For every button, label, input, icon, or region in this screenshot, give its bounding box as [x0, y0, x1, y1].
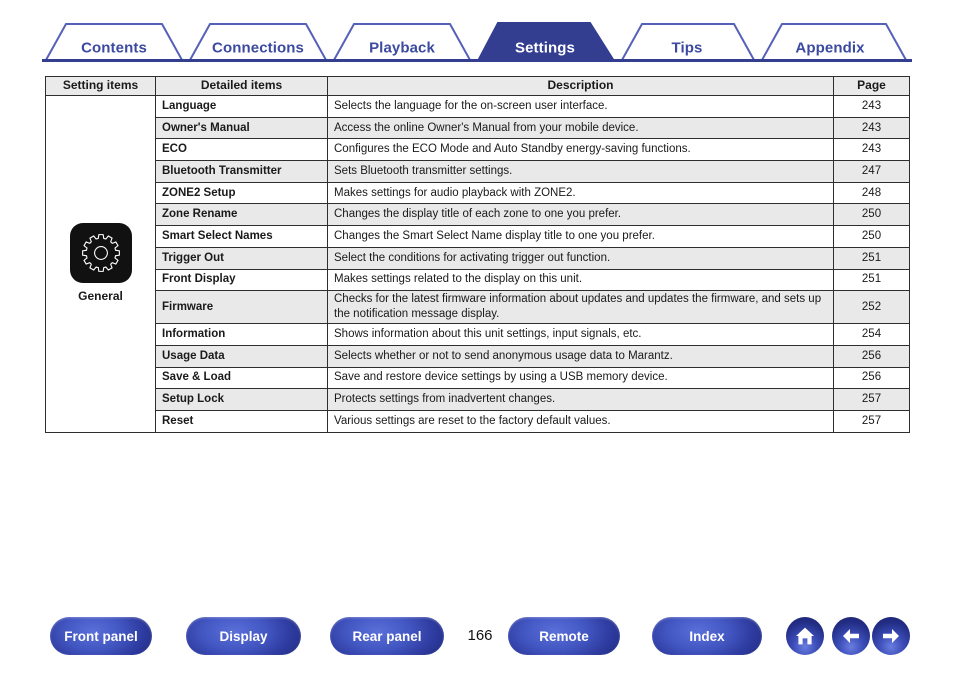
table-row[interactable]: Save & Load Save and restore device setti… [46, 366, 910, 390]
item-description: Checks for the latest firmware informati… [327, 290, 834, 325]
table-row[interactable]: Bluetooth Transmitter Sets Bluetooth tran… [46, 160, 910, 183]
item-page-number: 251 [833, 246, 910, 270]
detailed-item-name: Setup Lock [155, 388, 328, 411]
detailed-item-name: Language [155, 95, 328, 118]
settings-table: Setting items Detailed items Description… [45, 76, 910, 433]
arrow-right-icon [883, 629, 899, 643]
footer-button-display[interactable]: Display [186, 617, 301, 655]
item-page-number: 254 [833, 323, 910, 346]
detailed-item-name: ECO [155, 138, 328, 162]
item-description: Changes the Smart Select Name display ti… [327, 225, 834, 248]
detailed-item-name: Save & Load [155, 366, 328, 390]
item-page-number: 243 [833, 138, 910, 162]
detailed-item-name: ZONE2 Setup [155, 181, 328, 205]
detailed-item-name: Firmware [155, 290, 328, 325]
table-row[interactable]: Owner's Manual Access the online Owner's … [46, 116, 910, 140]
detailed-item-name: Smart Select Names [155, 225, 328, 248]
item-description: Selects whether or not to send anonymous… [327, 344, 834, 368]
item-page-number: 257 [833, 388, 910, 411]
footer-nav: Front panel Display Rear panel 166 Remot… [0, 617, 954, 659]
page-number: 166 [467, 627, 493, 644]
tab-connections[interactable]: Connections [212, 40, 304, 57]
tab-contents[interactable]: Contents [81, 40, 147, 57]
footer-button-rear-panel[interactable]: Rear panel [330, 617, 444, 655]
detailed-item-name: Trigger Out [155, 246, 328, 270]
detailed-item-name: Zone Rename [155, 203, 328, 227]
table-row[interactable]: Trigger Out Select the conditions for act… [46, 246, 910, 270]
setting-group-general: General [45, 95, 156, 433]
item-page-number: 243 [833, 95, 910, 118]
item-page-number: 250 [833, 225, 910, 248]
table-row[interactable]: Usage Data Selects whether or not to send… [46, 344, 910, 368]
detailed-item-name: Owner's Manual [155, 116, 328, 140]
table-header-row: Setting items Detailed items Description… [45, 76, 910, 96]
table-row[interactable]: Smart Select Names Changes the Smart Sele… [46, 225, 910, 248]
header-setting-items: Setting items [45, 76, 156, 96]
table-row[interactable]: Firmware Checks for the latest firmware i… [46, 290, 910, 325]
item-description: Access the online Owner's Manual from yo… [327, 116, 834, 140]
header-detailed-items: Detailed items [155, 76, 328, 96]
detailed-item-name: Front Display [155, 268, 328, 292]
footer-button-index[interactable]: Index [652, 617, 762, 655]
tab-appendix[interactable]: Appendix [795, 40, 864, 57]
item-description: Shows information about this unit settin… [327, 323, 834, 346]
detailed-item-name: Bluetooth Transmitter [155, 160, 328, 183]
home-icon [796, 627, 814, 645]
item-page-number: 257 [833, 409, 910, 433]
tab-tips[interactable]: Tips [672, 40, 703, 57]
tab-settings[interactable]: Settings [515, 40, 575, 57]
table-row[interactable]: Front Display Makes settings related to t… [46, 268, 910, 292]
previous-page-button[interactable] [832, 617, 870, 655]
next-page-button[interactable] [872, 617, 910, 655]
item-description: Changes the display title of each zone t… [327, 203, 834, 227]
general-icon-tile [69, 223, 132, 284]
table-row[interactable]: Zone Rename Changes the display title of … [46, 203, 910, 227]
item-page-number: 252 [833, 290, 910, 325]
tab-baseline [42, 59, 912, 62]
item-page-number: 250 [833, 203, 910, 227]
item-page-number: 256 [833, 366, 910, 390]
header-page: Page [833, 76, 910, 96]
home-button[interactable] [786, 617, 824, 655]
item-description: Makes settings for audio playback with Z… [327, 181, 834, 205]
footer-button-remote[interactable]: Remote [508, 617, 620, 655]
item-page-number: 247 [833, 160, 910, 183]
table-row[interactable]: Information Shows information about this … [46, 323, 910, 346]
item-description: Selects the language for the on-screen u… [327, 95, 834, 118]
table-row[interactable]: ECO Configures the ECO Mode and Auto Stan… [46, 138, 910, 162]
footer-button-front-panel[interactable]: Front panel [50, 617, 152, 655]
item-description: Protects settings from inadvertent chang… [327, 388, 834, 411]
item-page-number: 248 [833, 181, 910, 205]
table-row[interactable]: Setup Lock Protects settings from inadver… [46, 388, 910, 411]
detailed-item-name: Usage Data [155, 344, 328, 368]
setting-group-label: General [78, 289, 123, 304]
gear-icon [81, 234, 120, 272]
item-description: Various settings are reset to the factor… [327, 409, 834, 433]
item-description: Select the conditions for activating tri… [327, 246, 834, 270]
header-description: Description [327, 76, 834, 96]
table-row[interactable]: Reset Various settings are reset to the f… [46, 409, 910, 433]
item-page-number: 256 [833, 344, 910, 368]
table-body: General Language Selects the language for … [45, 95, 910, 433]
arrow-left-icon [843, 629, 859, 643]
detailed-item-name: Reset [155, 409, 328, 433]
detailed-item-name: Information [155, 323, 328, 346]
table-row[interactable]: General Language Selects the language for … [45, 95, 910, 433]
item-description: Sets Bluetooth transmitter settings. [327, 160, 834, 183]
tab-bar: Contents Connections Playback Settings T… [0, 18, 954, 62]
item-description: Makes settings related to the display on… [327, 268, 834, 292]
item-page-number: 251 [833, 268, 910, 292]
tab-playback[interactable]: Playback [369, 40, 435, 57]
item-page-number: 243 [833, 116, 910, 140]
item-description: Configures the ECO Mode and Auto Standby… [327, 138, 834, 162]
item-description: Save and restore device settings by usin… [327, 366, 834, 390]
table-row[interactable]: ZONE2 Setup Makes settings for audio play… [46, 181, 910, 205]
